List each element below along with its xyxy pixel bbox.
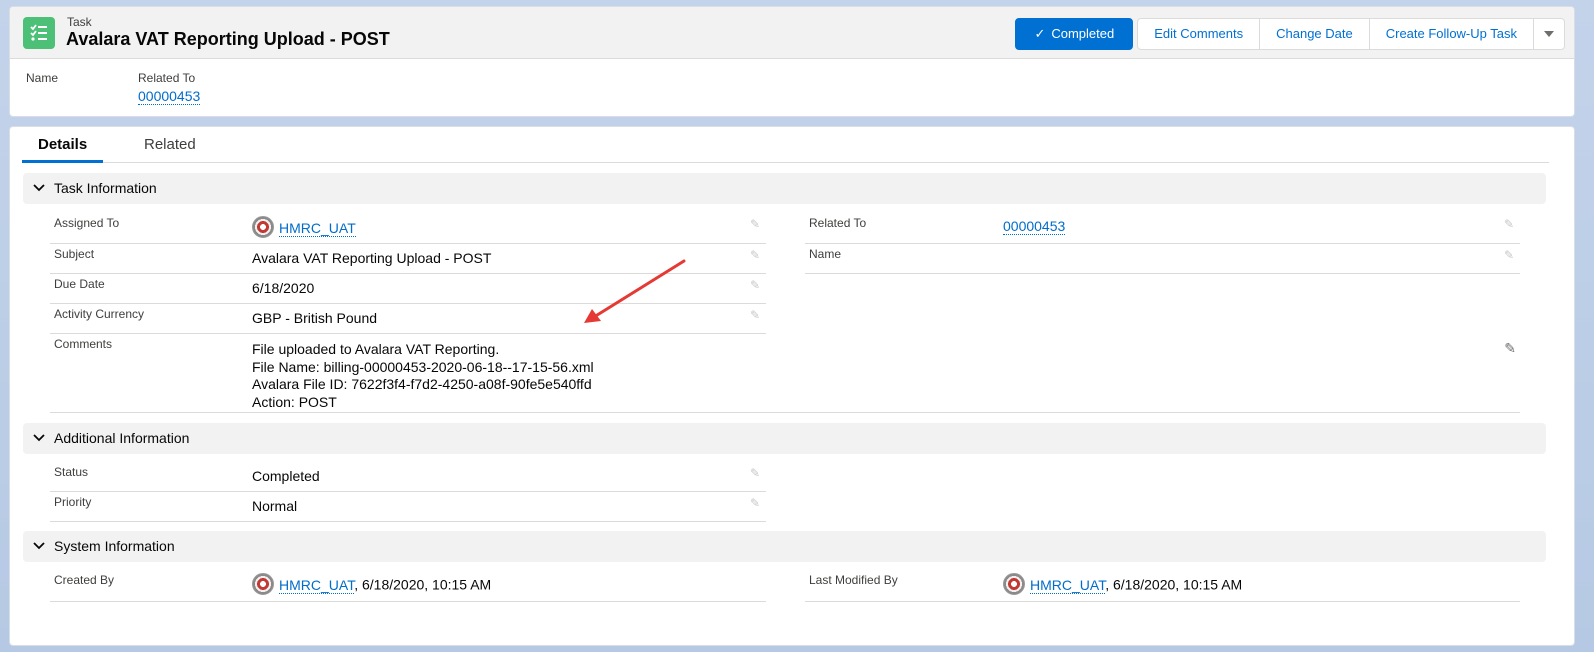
avatar <box>1003 573 1025 595</box>
field-label: Priority <box>54 495 92 509</box>
tab-bar: Details Related <box>22 127 1549 163</box>
pencil-icon[interactable]: ✎ <box>1504 340 1516 357</box>
header-bar: Task Avalara VAT Reporting Upload - POST… <box>10 7 1574 59</box>
chevron-down-icon <box>1544 31 1554 37</box>
tab-related[interactable]: Related <box>128 136 212 163</box>
pencil-icon[interactable]: ✎ <box>1504 248 1514 262</box>
field-value: HMRC_UAT <box>252 216 356 240</box>
section-task-information[interactable]: Task Information <box>23 173 1546 204</box>
record-header: Task Avalara VAT Reporting Upload - POST… <box>9 6 1575 117</box>
section-system-information[interactable]: System Information <box>23 531 1546 562</box>
field-comments: Comments File uploaded to Avalara VAT Re… <box>50 334 1520 413</box>
field-last-modified-by: Last Modified By HMRC_UAT, 6/18/2020, 10… <box>805 570 1520 602</box>
tab-details[interactable]: Details <box>22 136 104 163</box>
field-value: HMRC_UAT, 6/18/2020, 10:15 AM <box>252 573 492 597</box>
last-modified-date: , 6/18/2020, 10:15 AM <box>1105 576 1243 593</box>
comments-line: File Name: billing-00000453-2020-06-18--… <box>252 358 594 375</box>
edit-comments-button[interactable]: Edit Comments <box>1137 18 1261 50</box>
last-modified-by-link[interactable]: HMRC_UAT <box>1030 576 1106 594</box>
pencil-icon[interactable]: ✎ <box>750 496 760 510</box>
field-label: Status <box>54 465 89 479</box>
field-label: Last Modified By <box>809 573 898 587</box>
field-activity-currency: Activity Currency GBP - British Pound ✎ <box>50 304 766 334</box>
pencil-icon[interactable]: ✎ <box>1504 217 1514 231</box>
field-value: 00000453 <box>1003 218 1066 235</box>
field-related-to: Related To 00000453 ✎ <box>805 213 1520 244</box>
highlight-name-label: Name <box>26 71 59 85</box>
field-subject: Subject Avalara VAT Reporting Upload - P… <box>50 244 766 274</box>
page-title: Avalara VAT Reporting Upload - POST <box>66 29 390 49</box>
avatar <box>252 216 274 238</box>
field-label: Comments <box>54 337 113 351</box>
field-assigned-to: Assigned To HMRC_UAT ✎ <box>50 213 766 244</box>
section-title: Task Information <box>54 180 157 196</box>
field-due-date: Due Date 6/18/2020 ✎ <box>50 274 766 304</box>
comments-line: Action: POST <box>252 393 337 410</box>
field-value: GBP - British Pound <box>252 310 378 326</box>
object-label: Task <box>67 15 92 29</box>
field-priority: Priority Normal ✎ <box>50 492 766 522</box>
highlight-related-to-link[interactable]: 00000453 <box>138 88 201 105</box>
highlight-related-to-label: Related To <box>138 71 196 85</box>
field-label: Assigned To <box>54 216 120 230</box>
field-label: Name <box>809 247 842 261</box>
field-value: HMRC_UAT, 6/18/2020, 10:15 AM <box>1003 573 1243 597</box>
comments-value: File uploaded to Avalara VAT Reporting. F… <box>252 341 594 411</box>
field-label: Due Date <box>54 277 105 291</box>
record-detail-card: Details Related Task Information Assigne… <box>9 126 1575 646</box>
pencil-icon[interactable]: ✎ <box>750 278 760 292</box>
chevron-down-icon <box>33 542 45 550</box>
field-name: Name ✎ <box>805 244 1520 274</box>
field-label: Related To <box>809 216 867 230</box>
comments-line: File uploaded to Avalara VAT Reporting. <box>252 341 500 357</box>
field-value: Normal <box>252 498 298 514</box>
section-title: Additional Information <box>54 430 190 446</box>
field-value: Avalara VAT Reporting Upload - POST <box>252 250 492 266</box>
created-by-link[interactable]: HMRC_UAT <box>279 576 355 594</box>
completed-button[interactable]: ✓ Completed <box>1015 18 1134 50</box>
check-icon: ✓ <box>1034 26 1046 41</box>
change-date-button[interactable]: Change Date <box>1259 18 1370 50</box>
task-icon <box>23 17 55 49</box>
assigned-to-link[interactable]: HMRC_UAT <box>279 219 356 237</box>
pencil-icon[interactable]: ✎ <box>750 308 760 322</box>
create-follow-up-task-button[interactable]: Create Follow-Up Task <box>1368 18 1534 50</box>
field-status: Status Completed ✎ <box>50 462 766 492</box>
more-actions-button[interactable] <box>1533 18 1565 50</box>
avatar <box>252 573 274 595</box>
pencil-icon[interactable]: ✎ <box>750 466 760 480</box>
completed-button-label: Completed <box>1051 26 1115 41</box>
field-label: Activity Currency <box>54 307 145 321</box>
field-value: Completed <box>252 468 320 484</box>
pencil-icon[interactable]: ✎ <box>750 217 760 231</box>
header-actions: ✓ Completed Edit Comments Change Date Cre… <box>1015 18 1565 50</box>
section-title: System Information <box>54 538 175 554</box>
pencil-icon[interactable]: ✎ <box>750 248 760 262</box>
related-to-link[interactable]: 00000453 <box>1003 218 1066 235</box>
field-label: Subject <box>54 247 95 261</box>
created-by-date: , 6/18/2020, 10:15 AM <box>354 576 492 593</box>
chevron-down-icon <box>33 434 45 442</box>
comments-line: Avalara File ID: 7622f3f4-f7d2-4250-a08f… <box>252 376 592 393</box>
section-additional-information[interactable]: Additional Information <box>23 423 1546 454</box>
field-value: 6/18/2020 <box>252 280 315 296</box>
field-label: Created By <box>54 573 115 587</box>
chevron-down-icon <box>33 184 45 192</box>
field-created-by: Created By HMRC_UAT, 6/18/2020, 10:15 AM <box>50 570 766 602</box>
